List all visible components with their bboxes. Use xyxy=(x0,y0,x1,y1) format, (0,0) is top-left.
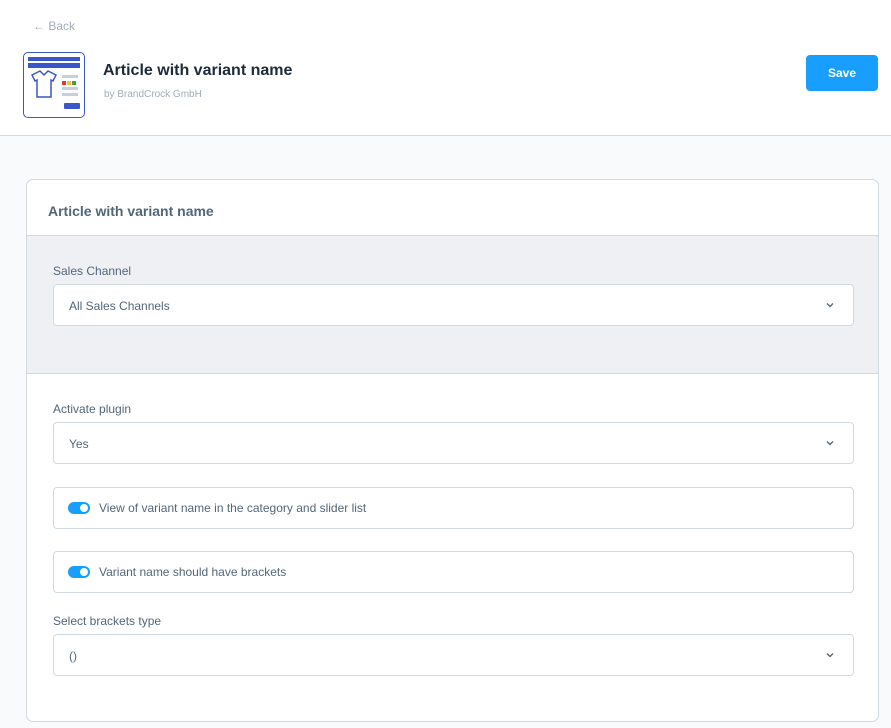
brackets-type-value: () xyxy=(69,649,77,663)
vendor-name: by BrandCrock GmbH xyxy=(104,89,202,100)
variant-brackets-label: Variant name should have brackets xyxy=(99,565,287,579)
variant-name-list-label: View of variant name in the category and… xyxy=(99,501,367,515)
chevron-down-icon xyxy=(826,303,834,308)
card-title: Article with variant name xyxy=(48,203,214,219)
variant-name-list-switch-field: View of variant name in the category and… xyxy=(53,487,854,529)
activate-plugin-value: Yes xyxy=(69,437,89,451)
switch-knob xyxy=(80,568,88,576)
brackets-type-label: Select brackets type xyxy=(53,614,162,628)
toggle-switch-icon[interactable] xyxy=(68,566,90,578)
top-bar: ← Back Article with variant name by Bran… xyxy=(0,0,891,136)
sales-channel-section: Sales Channel All Sales Channels xyxy=(27,236,878,374)
page-title: Article with variant name xyxy=(103,62,293,79)
sales-channel-select[interactable]: All Sales Channels xyxy=(53,284,854,326)
settings-card: Article with variant name Sales Channel … xyxy=(26,179,879,722)
variant-brackets-switch-field: Variant name should have brackets xyxy=(53,551,854,593)
card-header: Article with variant name xyxy=(27,180,878,236)
chevron-down-icon xyxy=(826,441,834,446)
sales-channel-value: All Sales Channels xyxy=(69,299,170,313)
plugin-logo-icon xyxy=(23,52,85,118)
toggle-switch-icon[interactable] xyxy=(68,502,90,514)
switch-knob xyxy=(80,504,88,512)
back-link[interactable]: ← Back xyxy=(33,19,75,33)
sales-channel-label: Sales Channel xyxy=(53,264,132,278)
chevron-down-icon xyxy=(826,653,834,658)
brackets-type-select[interactable]: () xyxy=(53,634,854,676)
activate-plugin-label: Activate plugin xyxy=(53,402,132,416)
save-button[interactable]: Save xyxy=(806,55,878,91)
activate-plugin-select[interactable]: Yes xyxy=(53,422,854,464)
